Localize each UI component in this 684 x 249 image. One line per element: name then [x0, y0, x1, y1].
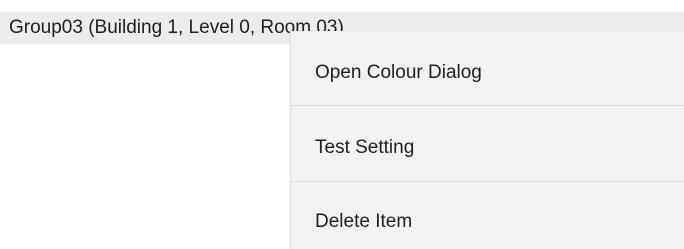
context-menu: Open Colour Dialog Test Setting Delete I… — [290, 31, 684, 249]
menu-item-open-colour-dialog[interactable]: Open Colour Dialog — [291, 31, 684, 105]
menu-item-label: Test Setting — [315, 137, 415, 158]
menu-item-test-setting[interactable]: Test Setting — [291, 105, 684, 181]
menu-item-label: Delete Item — [315, 211, 413, 232]
menu-item-delete-item[interactable]: Delete Item — [291, 181, 684, 249]
menu-item-label: Open Colour Dialog — [315, 62, 482, 83]
